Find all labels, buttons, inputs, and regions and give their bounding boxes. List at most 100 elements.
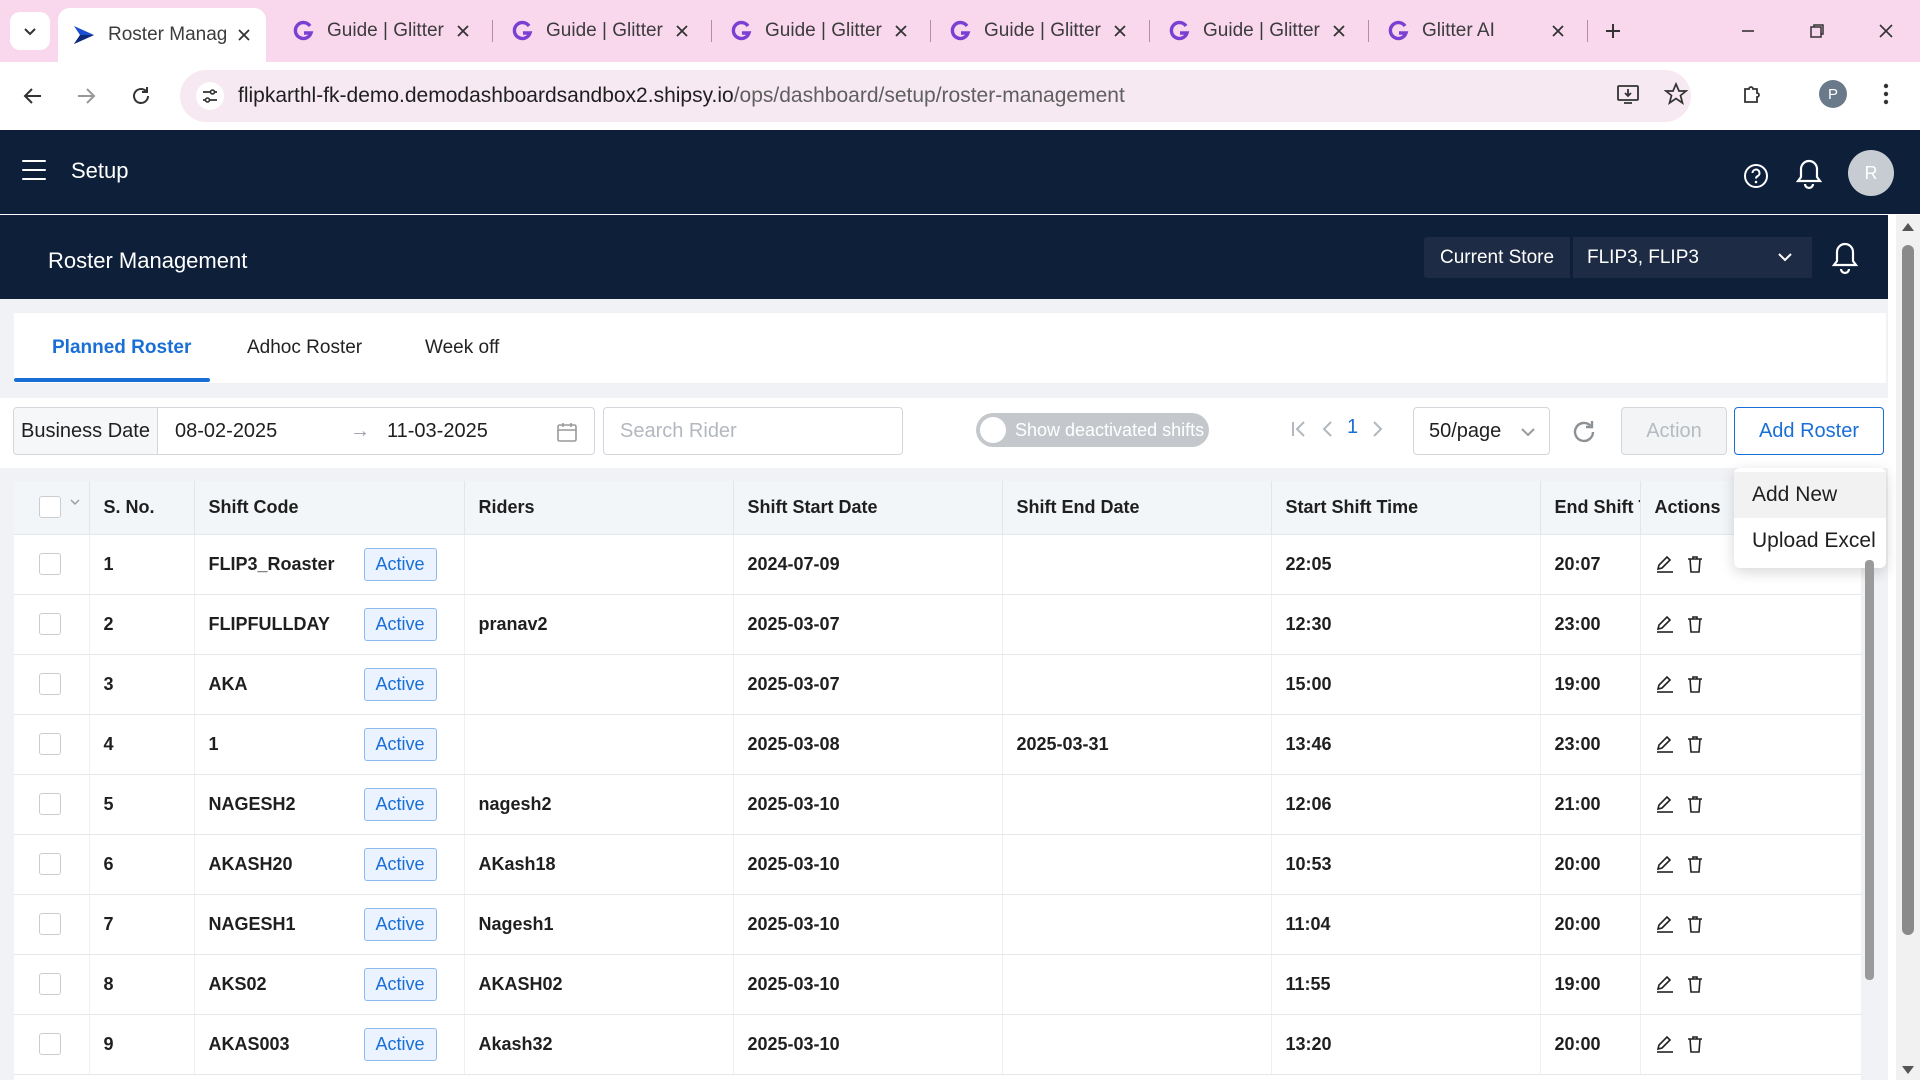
edit-icon[interactable] [1655, 614, 1675, 634]
row-checkbox[interactable] [39, 733, 61, 756]
tab-adhoc-roster[interactable]: Adhoc Roster [247, 337, 362, 359]
window-close-button[interactable] [1869, 14, 1903, 48]
date-from[interactable]: 08-02-2025 [175, 420, 277, 443]
tab-week-off[interactable]: Week off [425, 337, 499, 359]
edit-icon[interactable] [1655, 914, 1675, 934]
close-icon[interactable] [1548, 21, 1568, 41]
close-icon[interactable] [672, 21, 692, 41]
row-checkbox[interactable] [39, 973, 61, 996]
prev-page-icon[interactable] [1319, 419, 1335, 439]
scrollbar-thumb[interactable] [1902, 245, 1914, 935]
tab-planned-roster[interactable]: Planned Roster [52, 337, 191, 359]
action-button[interactable]: Action [1621, 407, 1727, 455]
store-select[interactable]: FLIP3, FLIP3 [1572, 237, 1812, 278]
restore-button[interactable] [1800, 14, 1834, 48]
row-checkbox[interactable] [39, 853, 61, 876]
select-all-header[interactable] [14, 481, 90, 535]
cell-actions [1640, 954, 1861, 1015]
row-checkbox[interactable] [39, 553, 61, 576]
cell-shift-end-date [1002, 954, 1272, 1015]
status-badge: Active [363, 667, 437, 701]
page-scrollbar[interactable] [1896, 215, 1920, 1080]
browser-tab[interactable]: Guide | Glitter [1153, 8, 1361, 54]
show-deactivated-toggle[interactable]: Show deactivated shifts [976, 413, 1209, 447]
date-range-picker[interactable]: 08-02-2025 → 11-03-2025 [158, 407, 595, 455]
cell-end-shift-time: 19:00 [1540, 954, 1641, 1015]
status-badge: Active [363, 787, 437, 821]
delete-icon[interactable] [1685, 614, 1705, 634]
chevron-down-icon[interactable] [69, 496, 81, 508]
current-page-number[interactable]: 1 [1347, 416, 1358, 439]
row-checkbox[interactable] [39, 613, 61, 636]
browser-tab[interactable]: Guide | Glitter [496, 8, 704, 54]
notification-bell-icon[interactable] [1794, 158, 1824, 190]
site-settings-icon[interactable] [196, 82, 224, 110]
delete-icon[interactable] [1685, 674, 1705, 694]
minimize-button[interactable] [1731, 14, 1765, 48]
table-scrollbar[interactable] [1865, 560, 1874, 980]
close-icon[interactable] [891, 21, 911, 41]
first-page-icon[interactable] [1290, 419, 1308, 439]
profile-button[interactable]: P [1815, 76, 1851, 112]
url-bar[interactable]: flipkarthl-fk-demo.demodashboardsandbox2… [180, 70, 1691, 122]
scroll-up-icon[interactable] [1901, 221, 1915, 233]
table-row: 1 FLIP3_Roaster Active 2024-07-09 22:05 20:07 [14, 534, 1861, 595]
close-icon[interactable] [1329, 21, 1349, 41]
tab-title: Guide | Glitter [546, 20, 663, 41]
notification-bell-icon[interactable] [1830, 241, 1860, 275]
menu-item-add-new[interactable]: Add New [1734, 472, 1886, 518]
install-app-button[interactable] [1610, 76, 1646, 112]
close-icon[interactable] [1110, 21, 1130, 41]
row-checkbox[interactable] [39, 793, 61, 816]
edit-icon[interactable] [1655, 554, 1675, 574]
date-to[interactable]: 11-03-2025 [387, 420, 488, 443]
help-icon[interactable] [1742, 162, 1770, 190]
edit-icon[interactable] [1655, 674, 1675, 694]
row-checkbox[interactable] [39, 1033, 61, 1056]
delete-icon[interactable] [1685, 794, 1705, 814]
browser-menu-button[interactable] [1868, 76, 1904, 112]
menu-item-upload-excel[interactable]: Upload Excel [1734, 518, 1886, 564]
browser-tab[interactable]: Guide | Glitter [715, 8, 923, 54]
refresh-icon[interactable] [1570, 418, 1598, 446]
select-all-checkbox[interactable] [39, 496, 61, 519]
delete-icon[interactable] [1685, 974, 1705, 994]
new-tab-button[interactable] [1596, 14, 1630, 48]
add-roster-button[interactable]: Add Roster [1734, 407, 1884, 455]
close-icon[interactable] [453, 21, 473, 41]
back-button[interactable] [15, 78, 51, 114]
edit-icon[interactable] [1655, 1034, 1675, 1054]
row-select-cell [14, 774, 90, 835]
browser-tab[interactable]: Guide | Glitter [934, 8, 1142, 54]
glitter-g-icon [1388, 20, 1409, 41]
delete-icon[interactable] [1685, 854, 1705, 874]
tab-title: Glitter AI [1422, 20, 1495, 41]
edit-icon[interactable] [1655, 974, 1675, 994]
bookmark-button[interactable] [1658, 76, 1694, 112]
plus-icon [1606, 24, 1620, 38]
toggle-label: Show deactivated shifts [1015, 419, 1205, 440]
search-rider-input[interactable] [603, 407, 903, 455]
scroll-down-icon[interactable] [1901, 1064, 1915, 1076]
reload-button[interactable] [123, 78, 159, 114]
row-checkbox[interactable] [39, 913, 61, 936]
delete-icon[interactable] [1685, 554, 1705, 574]
menu-icon[interactable] [22, 160, 46, 182]
extensions-button[interactable] [1735, 76, 1771, 112]
edit-icon[interactable] [1655, 794, 1675, 814]
close-icon[interactable] [234, 25, 254, 45]
edit-icon[interactable] [1655, 734, 1675, 754]
page-size-select[interactable]: 50/page [1413, 407, 1550, 455]
row-checkbox[interactable] [39, 673, 61, 696]
edit-icon[interactable] [1655, 854, 1675, 874]
user-avatar[interactable]: R [1848, 150, 1894, 196]
browser-tab-active[interactable]: Roster Manag [58, 8, 266, 62]
browser-tab[interactable]: Guide | Glitter [277, 8, 485, 54]
tab-search-button[interactable] [10, 12, 50, 50]
browser-tab[interactable]: Glitter AI [1372, 8, 1580, 54]
forward-button[interactable] [68, 78, 104, 114]
delete-icon[interactable] [1685, 1034, 1705, 1054]
next-page-icon[interactable] [1370, 419, 1386, 439]
delete-icon[interactable] [1685, 914, 1705, 934]
delete-icon[interactable] [1685, 734, 1705, 754]
